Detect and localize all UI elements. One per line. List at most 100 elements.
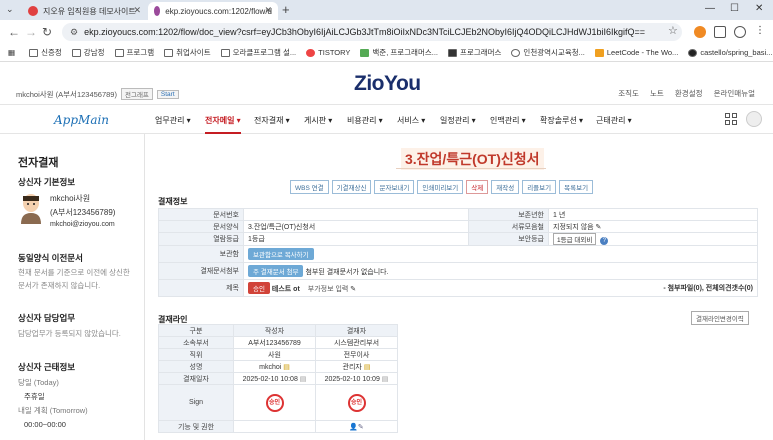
- calendar-icon: ▤: [299, 375, 307, 383]
- list-view-button[interactable]: 목록보기: [559, 180, 594, 194]
- app-main-title[interactable]: AppMain: [54, 113, 109, 127]
- user-card-icon[interactable]: ▤: [283, 364, 290, 371]
- extension-icon[interactable]: [694, 26, 706, 38]
- close-window-icon[interactable]: ✕: [755, 3, 763, 14]
- avatar[interactable]: [746, 111, 762, 127]
- approval-line-table: 구분 작성자 결재자 소속부서 A부서123456789 시스템관리부서 직위 …: [158, 324, 758, 433]
- bookmark-apps-icon[interactable]: ▦: [8, 48, 15, 57]
- bookmark-item[interactable]: 프로그래머스: [448, 47, 501, 58]
- new-tab-icon[interactable]: +: [282, 2, 290, 17]
- nav-item-approval[interactable]: 전자결재 ▾: [254, 115, 290, 126]
- site-info-icon[interactable]: ⚙: [70, 27, 78, 38]
- minimize-icon[interactable]: —: [705, 3, 715, 14]
- bookmark-item[interactable]: 백준, 프로그래머스...: [360, 47, 438, 58]
- browser-tab-ekp[interactable]: ekp.zioyoucs.com:1202/flow/d ✕: [148, 2, 278, 20]
- bookmark-label: 프로그램: [126, 48, 155, 57]
- approver-date-cell: 2025-02-10 10:09 ▤: [315, 372, 398, 385]
- today-label: 당일 (Today): [18, 378, 59, 387]
- reload-icon[interactable]: ↻: [42, 25, 52, 39]
- same-form-text: 문서가 존재하지 않습니다.: [18, 281, 101, 290]
- nav-item-service[interactable]: 서비스 ▾: [397, 115, 425, 126]
- nav-item-board[interactable]: 게시판 ▾: [304, 115, 332, 126]
- print-preview-button[interactable]: 인쇄미리보기: [417, 180, 464, 194]
- drafter-dept: (A부서123456789): [50, 208, 116, 217]
- wbs-link-button[interactable]: WBS 연결: [290, 180, 329, 194]
- value-attach-doc: 주 결재문서 첨부 첨부된 결재문서가 없습니다.: [243, 262, 758, 280]
- manual-link[interactable]: 온라인매뉴얼: [714, 89, 755, 98]
- attachment-count[interactable]: - 첨부파일(0), 전체의견갯수(0): [663, 283, 753, 293]
- address-bar[interactable]: ⚙ ekp.zioyoucs.com:1202/flow/doc_view?cs…: [62, 23, 682, 41]
- status-badge: 승인: [248, 282, 270, 294]
- edit-icon[interactable]: ✎: [350, 286, 356, 293]
- bookmark-item[interactable]: 인천광역시교육청...: [511, 47, 585, 58]
- security-select[interactable]: 1등급 대외비: [553, 233, 597, 245]
- nav-item-tasks[interactable]: 업무관리 ▾: [155, 115, 191, 126]
- user-name: mkchoi사원 (A부서123456789): [16, 89, 117, 99]
- tistory-icon: [306, 48, 316, 57]
- browser-tab-demo[interactable]: 지오유 임직원용 데모사이트 ✕: [22, 2, 147, 20]
- nav-item-network[interactable]: 인맥관리 ▾: [490, 115, 526, 126]
- help-icon[interactable]: ?: [600, 237, 609, 245]
- grid-icon[interactable]: [725, 113, 737, 125]
- bookmark-item[interactable]: castello/spring_basi...: [688, 48, 772, 57]
- forward-icon[interactable]: →: [25, 25, 37, 39]
- label-doc-no: 문서번호: [158, 208, 244, 221]
- profile-icon[interactable]: [734, 26, 746, 38]
- bookmark-item[interactable]: TISTORY: [306, 48, 350, 57]
- rewrite-button[interactable]: 재작성: [491, 180, 520, 194]
- bookmark-item[interactable]: LeetCode - The Wo...: [594, 48, 678, 57]
- copy-to-archive-button[interactable]: 보관함으로 복사하기: [248, 248, 314, 260]
- site-favicon-icon: [28, 6, 38, 16]
- zioyou-logo[interactable]: ZioYou: [354, 72, 421, 96]
- logo-text-a: Zio: [354, 72, 385, 95]
- start-button[interactable]: Start: [156, 89, 179, 99]
- url-text: ekp.zioyoucs.com:1202/flow/doc_view?csrf…: [84, 27, 646, 37]
- settings-link[interactable]: 환경설정: [675, 89, 703, 98]
- calendar-icon: ▤: [381, 375, 389, 383]
- close-tab-icon[interactable]: ✕: [133, 5, 141, 16]
- edit-icon[interactable]: ✎: [596, 224, 602, 231]
- leetcode-icon: [594, 48, 604, 57]
- nav-item-attendance[interactable]: 근태관리 ▾: [596, 115, 632, 126]
- document-toolbar: WBS 연결 기결재상신 문자보내기 인쇄미리보기 삭제 재작성 리플보기 목록…: [290, 180, 596, 194]
- user-permission-icon[interactable]: 👤✎: [349, 424, 364, 431]
- writer-name-cell: mkchoi ▤: [233, 360, 316, 373]
- nav-item-extensions[interactable]: 확장솔루션 ▾: [540, 115, 583, 126]
- bookmark-item[interactable]: 오라클프로그램 설...: [220, 47, 296, 58]
- tab-search-icon[interactable]: ⌄: [6, 4, 18, 16]
- duty-text: 담당업무가 등록되지 않았습니다.: [18, 329, 121, 338]
- approval-line-history-button[interactable]: 결재라인변경이력: [691, 311, 749, 325]
- bookmark-item[interactable]: 프로그램: [114, 47, 155, 58]
- nav-item-expense[interactable]: 비용관리 ▾: [347, 115, 383, 126]
- attach-main-doc-button[interactable]: 주 결재문서 첨부: [248, 265, 304, 277]
- menu-icon[interactable]: ⋮: [754, 26, 766, 38]
- back-icon[interactable]: ←: [8, 25, 20, 39]
- delete-button[interactable]: 삭제: [466, 180, 489, 194]
- today-value: 주휴일: [24, 392, 45, 401]
- writer-dept: A부서123456789: [233, 336, 316, 349]
- extensions-puzzle-icon[interactable]: [714, 26, 726, 38]
- approver-name: 관리자: [342, 363, 362, 371]
- nav-item-schedule[interactable]: 일정관리 ▾: [440, 115, 476, 126]
- bookmark-item[interactable]: 신증정: [29, 47, 62, 58]
- label-subject: 제목: [158, 279, 244, 297]
- resubmit-button[interactable]: 기결재상신: [331, 180, 372, 194]
- same-form-text: 현재 문서를 기준으로 이전에 상신한: [18, 268, 130, 277]
- maximize-icon[interactable]: ☐: [730, 3, 739, 14]
- value-form: 3.잔업/특근(OT)신청서: [243, 220, 469, 233]
- close-tab-icon[interactable]: ✕: [264, 5, 272, 16]
- bookmark-item[interactable]: 강남정: [71, 47, 105, 58]
- user-mode-button[interactable]: 전그래프: [120, 88, 153, 100]
- extra-info-link[interactable]: 부가정보 입력: [308, 286, 349, 293]
- site-icon: [360, 48, 370, 57]
- reply-view-button[interactable]: 리플보기: [522, 180, 557, 194]
- note-link[interactable]: 노트: [650, 89, 664, 98]
- drafter-name: mkchoi사원: [50, 194, 91, 203]
- bookmark-item[interactable]: 취업사이트: [164, 47, 211, 58]
- value-folder: 지정되지 않음 ✎: [548, 220, 758, 233]
- send-sms-button[interactable]: 문자보내기: [374, 180, 415, 194]
- bookmark-star-icon[interactable]: ☆: [668, 24, 678, 37]
- user-card-icon[interactable]: ▤: [364, 364, 371, 371]
- nav-item-email[interactable]: 전자메일 ▾: [205, 115, 241, 134]
- org-chart-link[interactable]: 조직도: [618, 89, 639, 98]
